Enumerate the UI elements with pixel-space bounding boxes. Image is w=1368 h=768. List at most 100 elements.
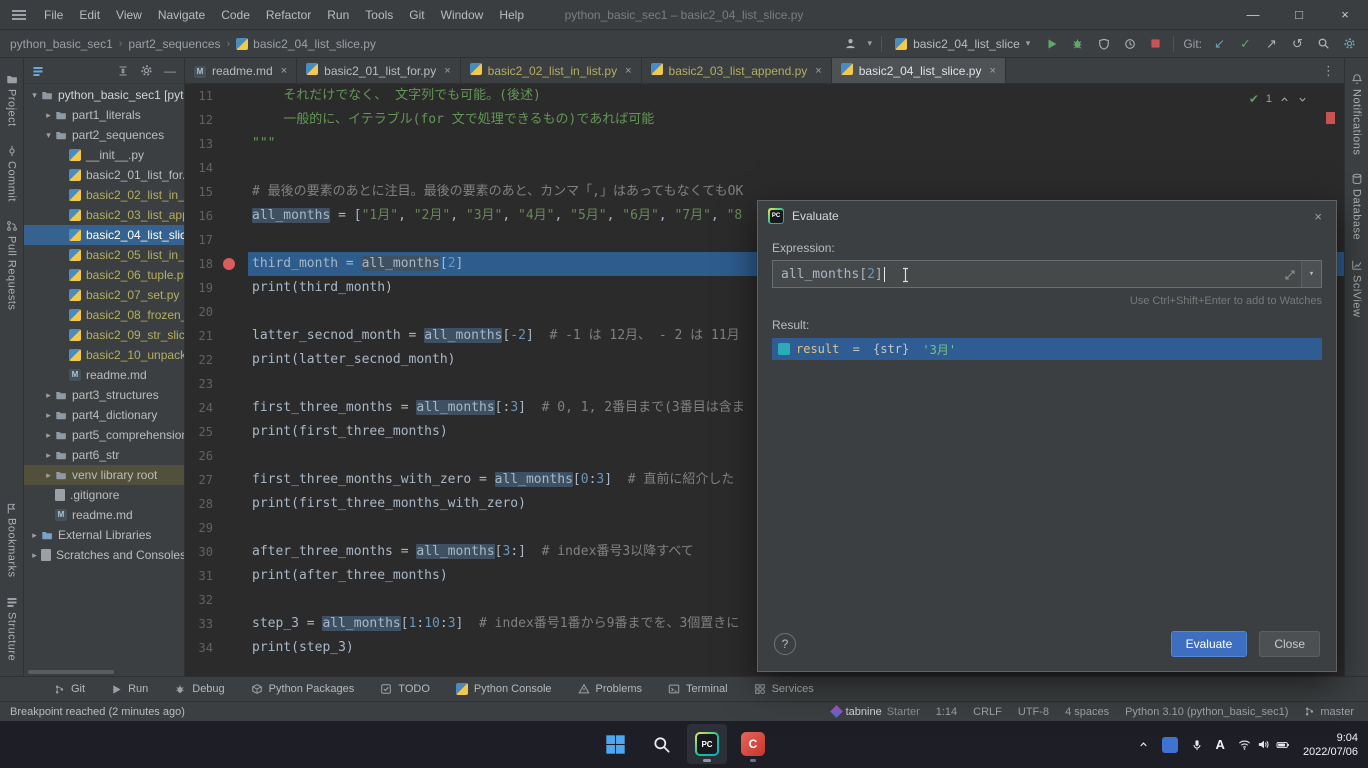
tab-basic2-03-list-append-py[interactable]: basic2_03_list_append.py×: [642, 58, 832, 83]
profiler-button[interactable]: [1121, 35, 1138, 52]
tool-window-button-project[interactable]: Project: [6, 73, 18, 127]
tree-item-part1-literals[interactable]: ▸part1_literals: [24, 105, 184, 125]
network-volume-battery-group[interactable]: [1238, 738, 1290, 751]
editor-gutter[interactable]: 28: [185, 492, 248, 516]
menu-git[interactable]: Git: [401, 0, 432, 30]
tool-window-button-commit[interactable]: Commit: [6, 145, 18, 202]
tree-item-basic2-08-frozen-set-py[interactable]: basic2_08_frozen_set.py: [24, 305, 184, 325]
inspection-widget[interactable]: ✔ 1: [1249, 92, 1308, 106]
editor-gutter[interactable]: 18: [185, 252, 248, 276]
taskbar-search-button[interactable]: [641, 724, 681, 764]
tree-item-part6-str[interactable]: ▸part6_str: [24, 445, 184, 465]
horizontal-scrollbar[interactable]: [28, 670, 114, 674]
tab-close-icon[interactable]: ×: [444, 65, 450, 77]
breakpoint-area[interactable]: [213, 612, 248, 636]
code-line-13[interactable]: 13""": [185, 132, 1344, 156]
editor-gutter[interactable]: 17: [185, 228, 248, 252]
close-icon[interactable]: ×: [1322, 0, 1368, 30]
editor-gutter[interactable]: 23: [185, 372, 248, 396]
tree-item-basic2-06-tuple-py[interactable]: basic2_06_tuple.py: [24, 265, 184, 285]
ime-indicator[interactable]: A: [1216, 737, 1225, 752]
menu-help[interactable]: Help: [491, 0, 532, 30]
tree-expand-icon[interactable]: ▾: [42, 130, 55, 141]
breakpoint-area[interactable]: [213, 84, 248, 108]
line-separator[interactable]: CRLF: [973, 706, 1002, 718]
tree-item-basic2-03-list-append-py[interactable]: basic2_03_list_append.py: [24, 205, 184, 225]
code-line-12[interactable]: 12 一般的に、イテラブル(for 文で処理できるもの)であれば可能: [185, 108, 1344, 132]
tab-close-icon[interactable]: ×: [625, 65, 631, 77]
breakpoint-area[interactable]: [213, 540, 248, 564]
avatar-dropdown-icon[interactable]: ▾: [868, 38, 873, 49]
editor-gutter[interactable]: 25: [185, 420, 248, 444]
menu-navigate[interactable]: Navigate: [150, 0, 213, 30]
breadcrumb-item-part2-sequences[interactable]: part2_sequences: [128, 37, 220, 51]
menu-edit[interactable]: Edit: [71, 0, 108, 30]
editor-gutter[interactable]: 30: [185, 540, 248, 564]
expand-editor-icon[interactable]: [1285, 270, 1295, 280]
minimize-icon[interactable]: —: [1230, 0, 1276, 30]
editor-gutter[interactable]: 15: [185, 180, 248, 204]
tray-overflow-icon[interactable]: [1138, 739, 1149, 750]
editor-gutter[interactable]: 19: [185, 276, 248, 300]
run-configuration-select[interactable]: basic2_04_list_slice ▾: [891, 35, 1034, 53]
tool-window-button-bookmarks[interactable]: Bookmarks: [6, 503, 18, 578]
editor-gutter[interactable]: 33: [185, 612, 248, 636]
file-encoding[interactable]: UTF-8: [1018, 706, 1049, 718]
editor-gutter[interactable]: 16: [185, 204, 248, 228]
menu-code[interactable]: Code: [213, 0, 258, 30]
menu-tools[interactable]: Tools: [357, 0, 401, 30]
tree-expand-icon[interactable]: ▸: [42, 410, 55, 421]
tool-button-run[interactable]: Run: [111, 683, 148, 695]
update-project-icon[interactable]: ↙: [1211, 35, 1228, 52]
breakpoint-area[interactable]: [213, 444, 248, 468]
tab-readme-md[interactable]: Mreadme.md×: [185, 58, 297, 83]
result-row[interactable]: result = {str} '3月': [772, 338, 1322, 360]
taskbar-app-button[interactable]: C: [733, 724, 773, 764]
tree-expand-icon[interactable]: ▸: [42, 430, 55, 441]
user-avatar-icon[interactable]: [842, 35, 859, 52]
microphone-icon[interactable]: [1191, 739, 1203, 751]
breakpoint-area[interactable]: [213, 348, 248, 372]
tree-item-readme-md[interactable]: Mreadme.md: [24, 365, 184, 385]
collapse-all-icon[interactable]: [117, 65, 129, 77]
tree-item-basic2-02-list-in-list-py[interactable]: basic2_02_list_in_list.py: [24, 185, 184, 205]
breakpoint-area[interactable]: [213, 276, 248, 300]
tree-expand-icon[interactable]: ▸: [42, 110, 55, 121]
tree-expand-icon[interactable]: ▸: [42, 390, 55, 401]
caret-position[interactable]: 1:14: [936, 706, 957, 718]
tree-item-basic2-05-list-in-list-py[interactable]: basic2_05_list_in_list.py: [24, 245, 184, 265]
tool-window-button-sciview[interactable]: SciView: [1351, 259, 1363, 317]
tool-window-button-notifications[interactable]: Notifications: [1351, 73, 1363, 155]
editor-gutter[interactable]: 32: [185, 588, 248, 612]
tree-item-basic2-01-list-for-py[interactable]: basic2_01_list_for.py: [24, 165, 184, 185]
breakpoint-area[interactable]: [213, 228, 248, 252]
menu-refactor[interactable]: Refactor: [258, 0, 319, 30]
editor-gutter[interactable]: 31: [185, 564, 248, 588]
tool-window-button-database[interactable]: Database: [1351, 173, 1363, 240]
breakpoint-area[interactable]: [213, 564, 248, 588]
expression-history-dropdown-icon[interactable]: ▾: [1301, 261, 1321, 287]
python-interpreter[interactable]: Python 3.10 (python_basic_sec1): [1125, 706, 1288, 718]
error-stripe-mark[interactable]: [1326, 112, 1335, 124]
commit-icon[interactable]: ✓: [1237, 35, 1254, 52]
tool-button-todo[interactable]: TODO: [380, 683, 430, 695]
breakpoint-area[interactable]: [213, 156, 248, 180]
tool-button-services[interactable]: Services: [754, 683, 814, 695]
editor-gutter[interactable]: 22: [185, 348, 248, 372]
main-menu-icon[interactable]: [12, 10, 26, 20]
tree-item-gitignore[interactable]: .gitignore: [24, 485, 184, 505]
editor-gutter[interactable]: 14: [185, 156, 248, 180]
tabnine-widget[interactable]: tabnine Starter: [832, 706, 920, 718]
tree-item-basic2-09-str-slice-py[interactable]: basic2_09_str_slice.py: [24, 325, 184, 345]
tool-button-debug[interactable]: Debug: [174, 683, 224, 695]
editor-gutter[interactable]: 20: [185, 300, 248, 324]
editor-gutter[interactable]: 21: [185, 324, 248, 348]
breadcrumb-item-python-basic-sec1[interactable]: python_basic_sec1: [10, 37, 113, 51]
tab-close-icon[interactable]: ×: [815, 65, 821, 77]
breakpoint-area[interactable]: [213, 396, 248, 420]
start-button[interactable]: [595, 724, 635, 764]
tab-basic2-01-list-for-py[interactable]: basic2_01_list_for.py×: [297, 58, 461, 83]
breakpoint-icon[interactable]: [223, 258, 235, 270]
code-line-11[interactable]: 11 それだけでなく、 文字列でも可能。(後述): [185, 84, 1344, 108]
tree-item-external-libraries[interactable]: ▸External Libraries: [24, 525, 184, 545]
